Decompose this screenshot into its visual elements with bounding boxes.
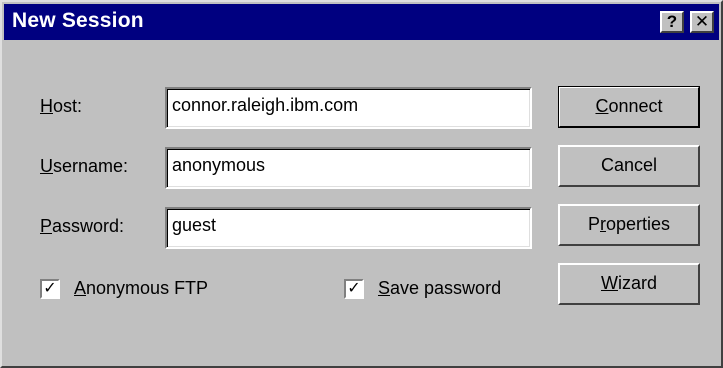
checkmark-icon: ✓: [43, 280, 57, 297]
connect-button[interactable]: Connect: [558, 86, 700, 128]
save-password-label: Save password: [378, 278, 502, 298]
save-password-checkbox[interactable]: ✓: [344, 279, 364, 299]
anonymous-ftp-label: Anonymous FTP: [74, 278, 209, 298]
properties-button[interactable]: Properties: [558, 204, 700, 246]
password-field-box: [165, 207, 532, 249]
dialog-title: New Session: [12, 9, 144, 32]
host-label: Host:: [40, 96, 83, 116]
new-session-dialog: New Session ? ✕ Host: Username: Password…: [0, 0, 723, 368]
username-label: Username:: [40, 156, 129, 176]
close-button[interactable]: ✕: [690, 11, 714, 33]
password-input[interactable]: [172, 215, 522, 236]
help-button[interactable]: ?: [660, 11, 684, 33]
password-label: Password:: [40, 216, 125, 236]
host-input[interactable]: [172, 95, 522, 116]
title-bar[interactable]: New Session ? ✕: [4, 4, 719, 40]
username-field-box: [165, 147, 532, 189]
help-icon: ?: [666, 12, 678, 31]
anonymous-ftp-checkbox[interactable]: ✓: [40, 279, 60, 299]
username-input[interactable]: [172, 155, 522, 176]
cancel-button[interactable]: Cancel: [558, 145, 700, 187]
wizard-button[interactable]: Wizard: [558, 263, 700, 305]
checkmark-icon: ✓: [347, 280, 361, 297]
host-field-box: [165, 87, 532, 129]
close-icon: ✕: [694, 12, 710, 31]
